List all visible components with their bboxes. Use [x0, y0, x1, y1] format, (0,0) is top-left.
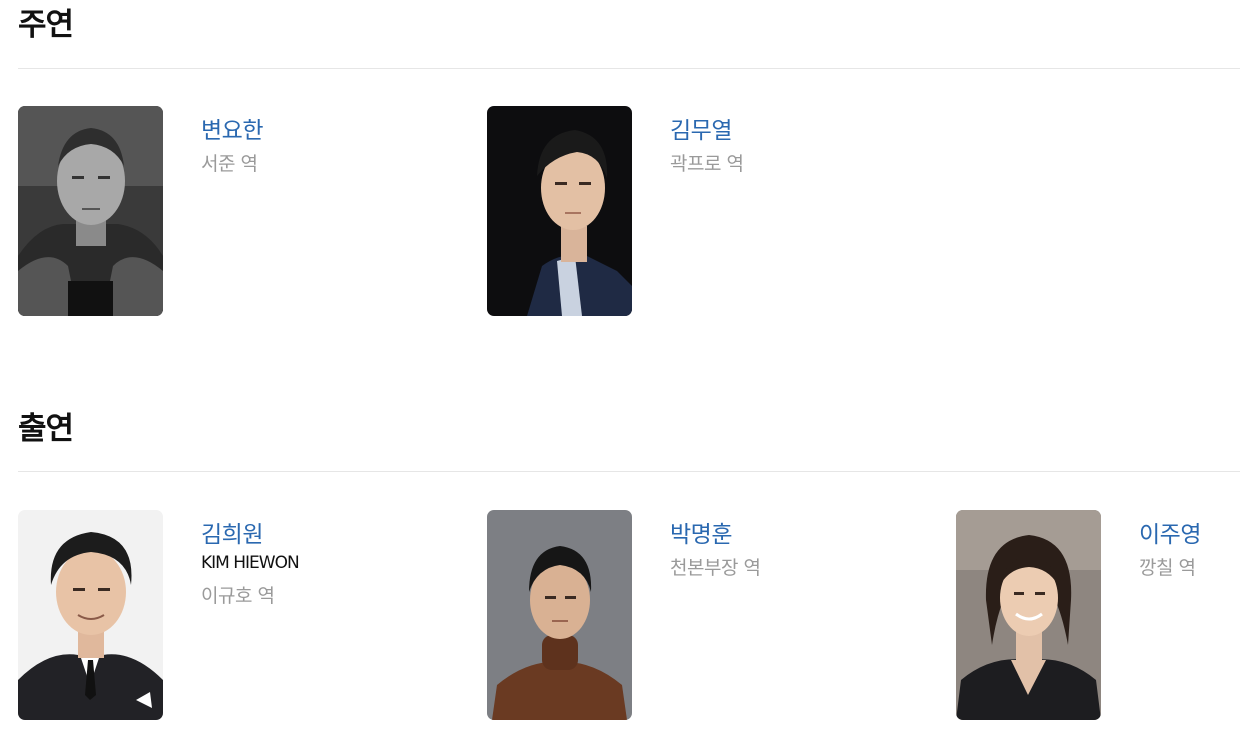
- actor-portrait-bw: [18, 106, 163, 316]
- cast-role: 이규호 역: [201, 585, 275, 607]
- section-divider: [18, 68, 1240, 69]
- section-title-supporting: 출연: [18, 411, 74, 447]
- cast-card: 김희원 KIM HIEWON 이규호 역: [18, 510, 458, 720]
- cast-card: 박명훈 천본부장 역: [487, 510, 927, 720]
- cast-photo[interactable]: [956, 510, 1101, 720]
- cast-card: 이주영 깡칠 역: [956, 510, 1240, 720]
- cast-name-link[interactable]: 박명훈: [670, 515, 732, 549]
- actor-portrait: [18, 510, 163, 720]
- cast-english-name: KIM HIEWON: [201, 553, 300, 573]
- actor-portrait: [487, 106, 632, 316]
- actor-portrait: [956, 510, 1101, 720]
- cast-name-link[interactable]: 김무열: [670, 111, 732, 145]
- actor-portrait: [487, 510, 632, 720]
- cast-photo[interactable]: [487, 106, 632, 316]
- cast-role: 곽프로 역: [670, 153, 744, 175]
- cast-card: 김무열 곽프로 역: [487, 106, 927, 316]
- cast-photo[interactable]: [18, 106, 163, 316]
- cast-role: 천본부장 역: [670, 557, 761, 579]
- cast-card: 변요한 서준 역: [18, 106, 458, 316]
- cast-photo[interactable]: [18, 510, 163, 720]
- cast-name-link[interactable]: 이주영: [1139, 515, 1201, 549]
- cast-role: 깡칠 역: [1139, 557, 1196, 579]
- section-title-lead: 주연: [18, 7, 74, 43]
- cast-photo[interactable]: [487, 510, 632, 720]
- section-divider: [18, 471, 1240, 472]
- cast-name-link[interactable]: 변요한: [201, 111, 263, 145]
- cast-name-link[interactable]: 김희원: [201, 515, 263, 549]
- cast-role: 서준 역: [201, 153, 258, 175]
